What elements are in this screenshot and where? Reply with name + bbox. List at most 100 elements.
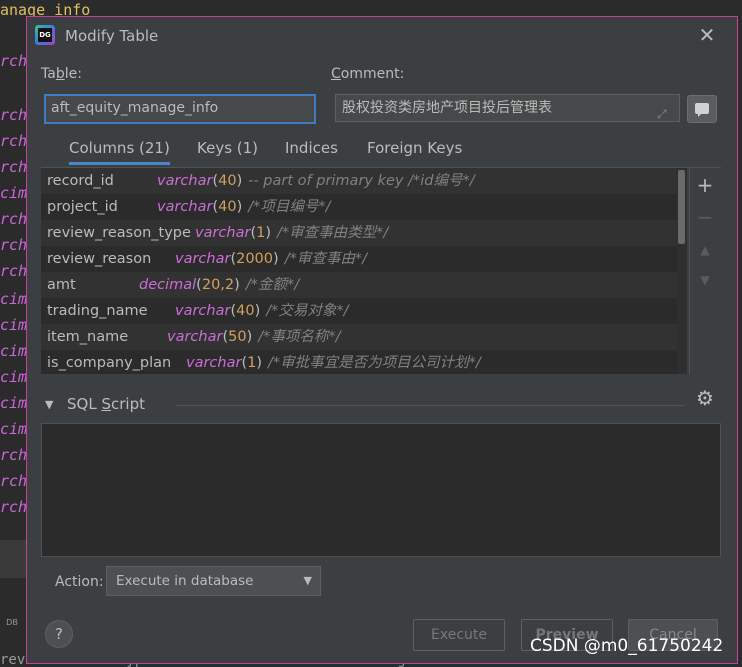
column-name: is_company_plan (47, 355, 172, 371)
column-length: 40 (236, 303, 255, 319)
expand-icon[interactable]: ⤢ (657, 101, 673, 121)
add-column-button[interactable]: + (690, 173, 720, 197)
column-definition: varchar(50)/*事项名称*/ (167, 324, 341, 350)
table-row[interactable]: review_reason_type varchar(1)/*审查事由类型*/ (41, 220, 677, 246)
table-row[interactable]: project_id varchar(40)/*项目编号*/ (41, 194, 677, 220)
modify-table-dialog: DG Modify Table ✕ Table: aft_equity_mana… (26, 16, 738, 664)
chevron-down-icon: ▼ (303, 574, 312, 587)
background-code-fragment: rch (0, 498, 28, 516)
column-name: amt (47, 277, 76, 293)
background-code-fragment: rch (0, 262, 28, 280)
column-length: 1 (247, 355, 257, 371)
background-code-fragment: cim (0, 342, 28, 360)
dialog-titlebar: DG Modify Table ✕ (27, 17, 737, 57)
table-row[interactable]: amt decimal(20,2)/*金额*/ (41, 272, 677, 298)
column-type: decimal (139, 277, 197, 293)
help-button[interactable]: ? (45, 620, 73, 648)
column-type: varchar (167, 329, 223, 345)
tab-foreign-keys[interactable]: Foreign Keys (367, 139, 462, 157)
background-code-fragment: rch (0, 106, 28, 124)
table-label: Table: (41, 66, 82, 82)
sql-script-section-header[interactable]: ▼ SQL Script (45, 395, 715, 415)
column-comment: /*审查事由类型*/ (277, 225, 389, 241)
table-row[interactable]: item_name varchar(50)/*事项名称*/ (41, 324, 677, 350)
column-length: 1 (256, 225, 266, 241)
comment-input[interactable]: 股权投资类房地产项目投后管理表 ⤢ (335, 94, 680, 122)
background-code-fragment: rch (0, 52, 28, 70)
table-row[interactable]: trading_name varchar(40)/*交易对象*/ (41, 298, 677, 324)
column-definition: varchar(40) -- part of primary key /*id编号… (157, 168, 475, 194)
move-up-button[interactable]: ▲ (690, 238, 720, 262)
background-code-fragment: cim (0, 368, 28, 386)
column-comment: /*审批事宜是否为项目公司计划*/ (268, 355, 481, 371)
column-comment: /*事项名称*/ (258, 329, 341, 345)
column-comment: /*交易对象*/ (266, 303, 349, 319)
column-length: 40 (218, 199, 237, 215)
background-code-fragment: rch (0, 132, 28, 150)
column-name: review_reason_type (47, 225, 191, 241)
column-length: 2000 (236, 251, 274, 267)
tab-keys[interactable]: Keys (1) (197, 139, 258, 157)
column-type: varchar (175, 251, 231, 267)
column-length: 50 (228, 329, 247, 345)
collapse-triangle-icon[interactable]: ▼ (45, 398, 53, 411)
table-name-input[interactable]: aft_equity_manage_info (44, 94, 316, 124)
background-gutter (0, 540, 28, 578)
column-type: varchar (157, 173, 213, 189)
datagrip-app-icon: DG (35, 25, 55, 45)
column-comment: /*项目编号*/ (248, 199, 331, 215)
column-type: varchar (175, 303, 231, 319)
column-definition: varchar(1)/*审查事由类型*/ (195, 220, 388, 246)
comment-editor-button[interactable] (687, 95, 717, 123)
column-type: varchar (186, 355, 242, 371)
scrollbar-thumb[interactable] (678, 170, 685, 244)
action-select[interactable]: Execute in database ▼ (106, 566, 321, 596)
watermark: CSDN @m0_61750242 (530, 636, 724, 656)
column-type: varchar (157, 199, 213, 215)
tab-columns[interactable]: Columns (21) (69, 139, 170, 165)
background-code-fragment: cim (0, 420, 28, 438)
column-definition: varchar(1)/*审批事宜是否为项目公司计划*/ (186, 350, 481, 374)
column-name: trading_name (47, 303, 148, 319)
columns-table: record_id varchar(40) -- part of primary k… (41, 168, 677, 374)
column-name: item_name (47, 329, 129, 345)
comment-label: Comment: (331, 66, 405, 82)
move-down-button[interactable]: ▼ (690, 268, 720, 292)
column-type: varchar (195, 225, 251, 241)
table-row[interactable]: review_reason varchar(2000)/*审查事由*/ (41, 246, 677, 272)
paren: ) (256, 355, 263, 371)
sql-script-editor[interactable] (41, 423, 721, 557)
paren: ) (273, 251, 279, 267)
gear-icon[interactable]: ⚙ (696, 386, 714, 410)
background-code-fragment: cim (0, 394, 28, 412)
paren: ) (236, 199, 243, 215)
db-icon[interactable]: DB (4, 618, 20, 640)
paren: ) (265, 225, 272, 241)
background-code-fragment: cim (0, 316, 28, 334)
column-definition: varchar(40)/*项目编号*/ (157, 194, 331, 220)
sql-script-title: SQL Script (67, 395, 145, 413)
comment-bubble-icon (695, 103, 709, 117)
paren: ) (246, 329, 253, 345)
column-definition: decimal(20,2)/*金额*/ (139, 272, 299, 298)
column-length: 20,2 (201, 277, 235, 293)
close-icon[interactable]: ✕ (697, 25, 717, 45)
background-code-fragment: rch (0, 236, 28, 254)
column-comment: /*审查事由*/ (284, 251, 367, 267)
column-length: 40 (218, 173, 237, 189)
tab-indices[interactable]: Indices (285, 139, 338, 157)
table-row[interactable]: record_id varchar(40) -- part of primary k… (41, 168, 677, 194)
remove-column-button[interactable]: − (690, 205, 720, 229)
background-code-fragment: rch (0, 158, 28, 176)
column-definition: varchar(40)/*交易对象*/ (175, 298, 349, 324)
background-code-fragment: rch (0, 446, 28, 464)
execute-button[interactable]: Execute (413, 619, 505, 651)
sql-divider (175, 405, 685, 406)
column-name: project_id (47, 199, 118, 215)
paren: ) (236, 173, 243, 189)
background-code-fragment: rch (0, 210, 28, 228)
column-name: review_reason (47, 251, 152, 267)
action-label: Action: (55, 574, 104, 590)
dialog-title: Modify Table (65, 27, 159, 45)
table-row[interactable]: is_company_plan varchar(1)/*审批事宜是否为项目公司计划… (41, 350, 677, 374)
